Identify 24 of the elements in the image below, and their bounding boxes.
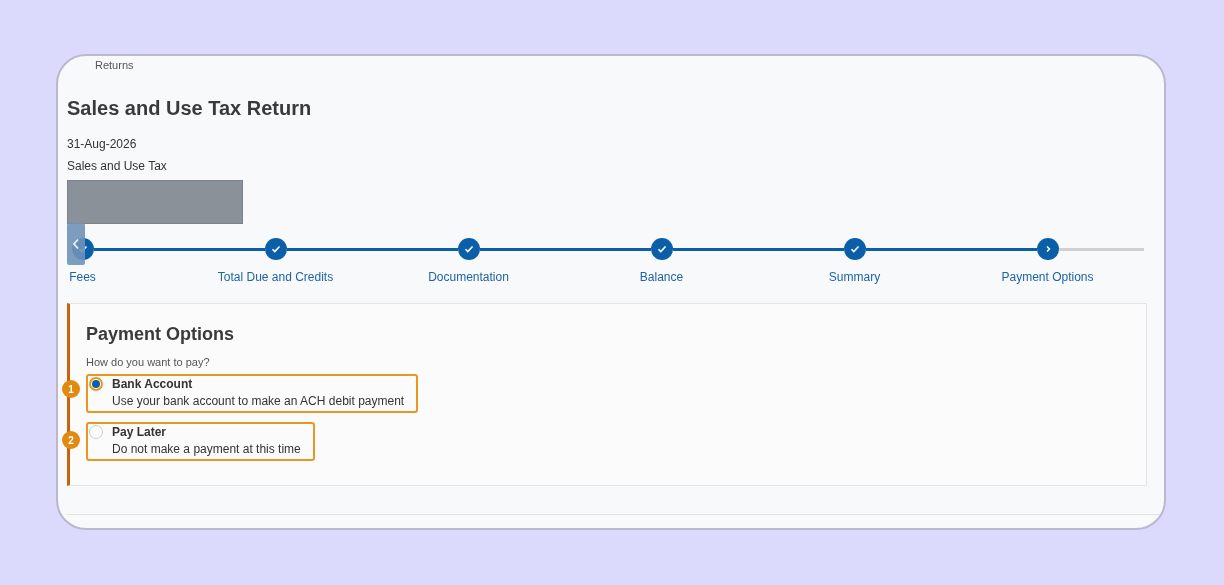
breadcrumb-link[interactable]: Returns <box>67 56 134 72</box>
page-title: Sales and Use Tax Return <box>67 96 312 121</box>
payment-option[interactable]: Pay Later Do not make a payment at this time <box>86 422 315 461</box>
radio-button[interactable] <box>89 377 103 391</box>
option-label: Bank Account <box>112 376 193 392</box>
option-description: Do not make a payment at this time <box>112 441 301 458</box>
step-label[interactable]: Documentation <box>428 269 509 285</box>
detail-text: Sales and Use Tax <box>67 158 167 174</box>
step-marker: 1 <box>62 380 80 398</box>
step-label[interactable]: Fees <box>69 269 96 285</box>
panel-heading: Payment Options <box>86 323 235 346</box>
option-label: Pay Later <box>112 424 167 440</box>
option-description: Use your bank account to make an ACH debit payment <box>112 393 405 410</box>
chevron-left-icon <box>72 238 80 250</box>
step-label[interactable]: Total Due and Credits <box>217 269 334 285</box>
detail-text: 31-Aug-2026 <box>67 136 137 152</box>
question-text: How do you want to pay? <box>86 355 210 369</box>
step-marker: 2 <box>62 431 80 449</box>
step-label[interactable]: Payment Options <box>1001 269 1094 285</box>
radio-button[interactable] <box>89 425 103 439</box>
step-label[interactable]: Balance <box>639 269 684 285</box>
payment-option[interactable]: Bank Account Use your bank account to make an ACH debit payment <box>86 374 419 413</box>
step-label[interactable]: Summary <box>828 269 881 285</box>
scroll-left-button[interactable] <box>67 223 85 265</box>
